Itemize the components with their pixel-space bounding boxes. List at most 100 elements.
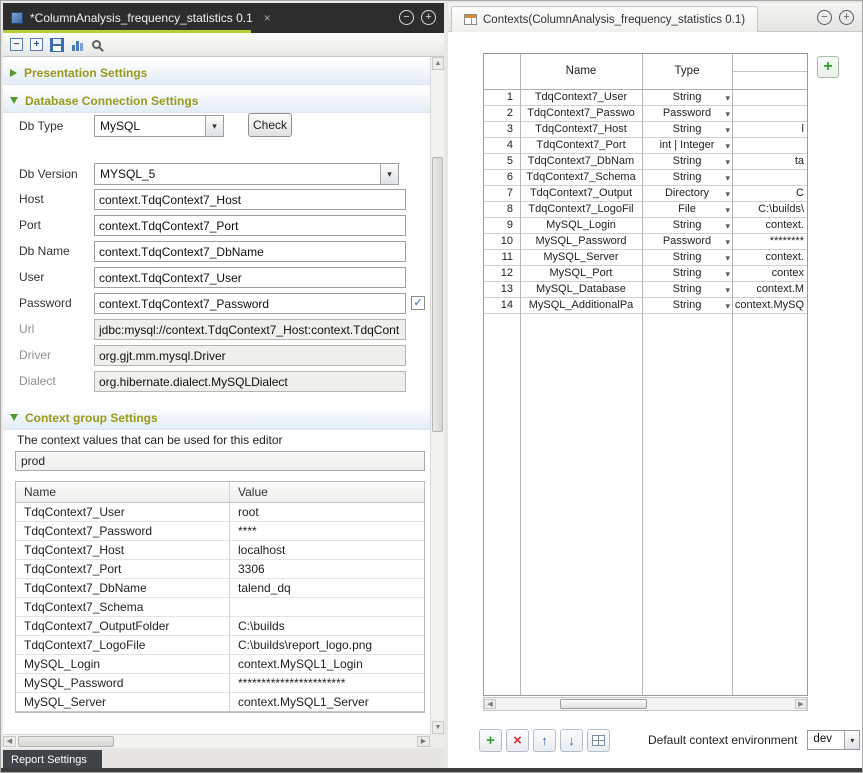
section-database-connection-settings[interactable]: Database Connection Settings [3, 89, 430, 113]
context-row[interactable]: 10 MySQL_Password Password▾ ******** [484, 234, 807, 250]
configure-contexts-button[interactable] [587, 729, 610, 752]
chevron-down-icon[interactable]: ▾ [725, 91, 730, 106]
check-button[interactable]: Check [248, 113, 292, 137]
environment-combo[interactable]: dev ▾ [807, 730, 860, 750]
chevron-down-icon[interactable]: ▾ [725, 123, 730, 138]
context-type-cell[interactable]: String▾ [642, 282, 732, 297]
context-type-cell[interactable]: String▾ [642, 298, 732, 313]
chevron-down-icon[interactable]: ▾ [725, 219, 730, 234]
context-value-cell[interactable] [732, 138, 807, 153]
scroll-right-icon[interactable]: ▶ [795, 699, 807, 709]
context-name-cell[interactable]: MySQL_Password [520, 234, 642, 249]
variable-value[interactable]: context.MySQL1_Login [230, 655, 424, 673]
chevron-down-icon[interactable]: ▾ [725, 283, 730, 298]
chart-icon[interactable] [71, 38, 85, 51]
context-value-cell[interactable]: ta [732, 154, 807, 169]
context-row[interactable]: 14 MySQL_AdditionalPa String▾ context.My… [484, 298, 807, 314]
scroll-right-icon[interactable]: ▶ [417, 736, 430, 747]
password-field[interactable] [94, 293, 406, 314]
maximize-icon[interactable]: + [421, 10, 436, 25]
table-row[interactable]: TdqContext7_Port 3306 [16, 560, 424, 579]
table-row[interactable]: TdqContext7_Schema [16, 598, 424, 617]
context-name-cell[interactable]: MySQL_Login [520, 218, 642, 233]
chevron-down-icon[interactable]: ▾ [725, 155, 730, 170]
context-name-cell[interactable]: TdqContext7_Passwo [520, 106, 642, 121]
context-type-cell[interactable]: String▾ [642, 266, 732, 281]
context-name-cell[interactable]: MySQL_Server [520, 250, 642, 265]
chevron-down-icon[interactable]: ▾ [725, 251, 730, 266]
chevron-down-icon[interactable]: ▾ [725, 203, 730, 218]
value-column-header[interactable]: Value [230, 482, 424, 502]
context-name-cell[interactable]: TdqContext7_Schema [520, 170, 642, 185]
context-row[interactable]: 5 TdqContext7_DbNam String▾ ta [484, 154, 807, 170]
context-value-cell[interactable]: ******** [732, 234, 807, 249]
chevron-down-icon[interactable] [10, 97, 18, 104]
context-name-cell[interactable]: TdqContext7_DbNam [520, 154, 642, 169]
context-value-cell[interactable] [732, 170, 807, 185]
context-name-cell[interactable]: MySQL_Database [520, 282, 642, 297]
table-row[interactable]: MySQL_Server context.MySQL1_Server [16, 693, 424, 712]
value-column-header[interactable] [732, 54, 807, 89]
save-icon[interactable] [50, 38, 64, 52]
context-type-cell[interactable]: Password▾ [642, 106, 732, 121]
variable-value[interactable]: 3306 [230, 560, 424, 578]
context-row[interactable]: 11 MySQL_Server String▾ context. [484, 250, 807, 266]
variable-value[interactable]: context.MySQL1_Server [230, 693, 424, 711]
context-value-cell[interactable]: C:\builds\ [732, 202, 807, 217]
context-value-cell[interactable]: context.MySQ [732, 298, 807, 313]
tab-contexts[interactable]: Contexts(ColumnAnalysis_frequency_statis… [451, 6, 758, 32]
host-field[interactable] [94, 189, 406, 210]
chevron-down-icon[interactable]: ▾ [205, 116, 223, 136]
context-name-cell[interactable]: MySQL_AdditionalPa [520, 298, 642, 313]
move-down-button[interactable]: ↓ [560, 729, 583, 752]
context-value-cell[interactable]: l [732, 122, 807, 137]
context-row[interactable]: 9 MySQL_Login String▾ context. [484, 218, 807, 234]
db-type-combo[interactable]: MySQL ▾ [94, 115, 224, 137]
context-row[interactable]: 3 TdqContext7_Host String▾ l [484, 122, 807, 138]
table-row[interactable]: TdqContext7_DbName talend_dq [16, 579, 424, 598]
expand-all-icon[interactable]: + [30, 38, 43, 51]
context-value-cell[interactable]: context.M [732, 282, 807, 297]
scroll-left-icon[interactable]: ◀ [3, 736, 16, 747]
add-context-button-top[interactable]: + [817, 56, 839, 78]
chevron-down-icon[interactable]: ▾ [725, 267, 730, 282]
port-field[interactable] [94, 215, 406, 236]
name-column-header[interactable]: Name [520, 54, 642, 89]
editor-tab[interactable]: *ColumnAnalysis_frequency_statistics 0.1… [3, 3, 281, 33]
context-type-cell[interactable]: String▾ [642, 218, 732, 233]
scroll-up-icon[interactable]: ▲ [432, 57, 444, 70]
table-row[interactable]: MySQL_Login context.MySQL1_Login [16, 655, 424, 674]
table-row[interactable]: TdqContext7_LogoFile C:\builds\report_lo… [16, 636, 424, 655]
maximize-icon[interactable]: + [839, 10, 854, 25]
password-checkbox[interactable]: ✓ [411, 296, 425, 310]
variable-value[interactable] [230, 598, 424, 616]
context-value-cell[interactable]: C [732, 186, 807, 201]
variable-value[interactable]: root [230, 503, 424, 521]
context-type-cell[interactable]: String▾ [642, 122, 732, 137]
context-row[interactable]: 4 TdqContext7_Port int | Integer▾ [484, 138, 807, 154]
chevron-down-icon[interactable]: ▾ [725, 187, 730, 202]
context-type-cell[interactable]: String▾ [642, 90, 732, 105]
variable-value[interactable]: **** [230, 522, 424, 540]
chevron-down-icon[interactable]: ▾ [725, 139, 730, 154]
context-group-name-field[interactable] [15, 451, 425, 471]
chevron-down-icon[interactable]: ▾ [725, 299, 730, 314]
variable-value[interactable]: localhost [230, 541, 424, 559]
zoom-icon[interactable] [92, 40, 101, 49]
context-value-cell[interactable]: contex [732, 266, 807, 281]
horizontal-scrollbar-thumb[interactable] [560, 699, 647, 709]
context-type-cell[interactable]: File▾ [642, 202, 732, 217]
user-field[interactable] [94, 267, 406, 288]
name-column-header[interactable]: Name [16, 482, 230, 502]
close-icon[interactable]: × [264, 11, 271, 25]
context-value-cell[interactable] [732, 106, 807, 121]
chevron-down-icon[interactable]: ▾ [725, 171, 730, 186]
chevron-down-icon[interactable]: ▾ [725, 235, 730, 250]
table-row[interactable]: TdqContext7_Host localhost [16, 541, 424, 560]
context-row[interactable]: 8 TdqContext7_LogoFil File▾ C:\builds\ [484, 202, 807, 218]
context-name-cell[interactable]: TdqContext7_Host [520, 122, 642, 137]
horizontal-scrollbar[interactable]: ◀ ▶ [3, 734, 430, 748]
minimize-icon[interactable]: − [399, 10, 414, 25]
move-up-button[interactable]: ↑ [533, 729, 556, 752]
context-name-cell[interactable]: TdqContext7_LogoFil [520, 202, 642, 217]
